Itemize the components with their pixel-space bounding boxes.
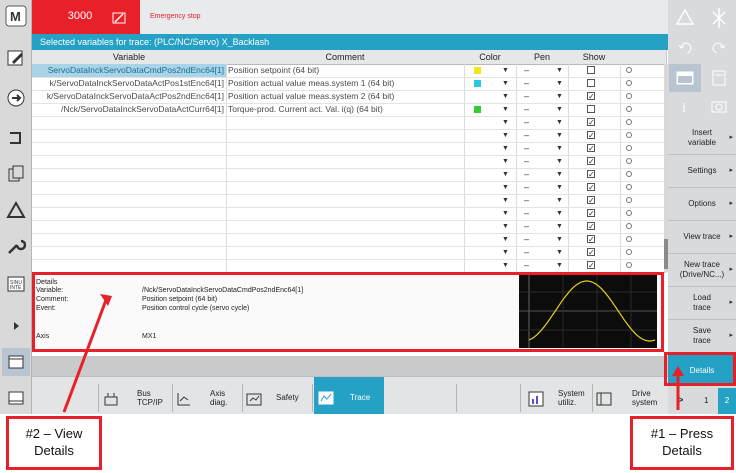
press-details-callout: #1 – Press Details <box>630 416 734 470</box>
view-details-callout: #2 – View Details <box>6 416 102 470</box>
annotation-arrows <box>62 294 684 413</box>
arrow-head-button <box>672 366 684 376</box>
